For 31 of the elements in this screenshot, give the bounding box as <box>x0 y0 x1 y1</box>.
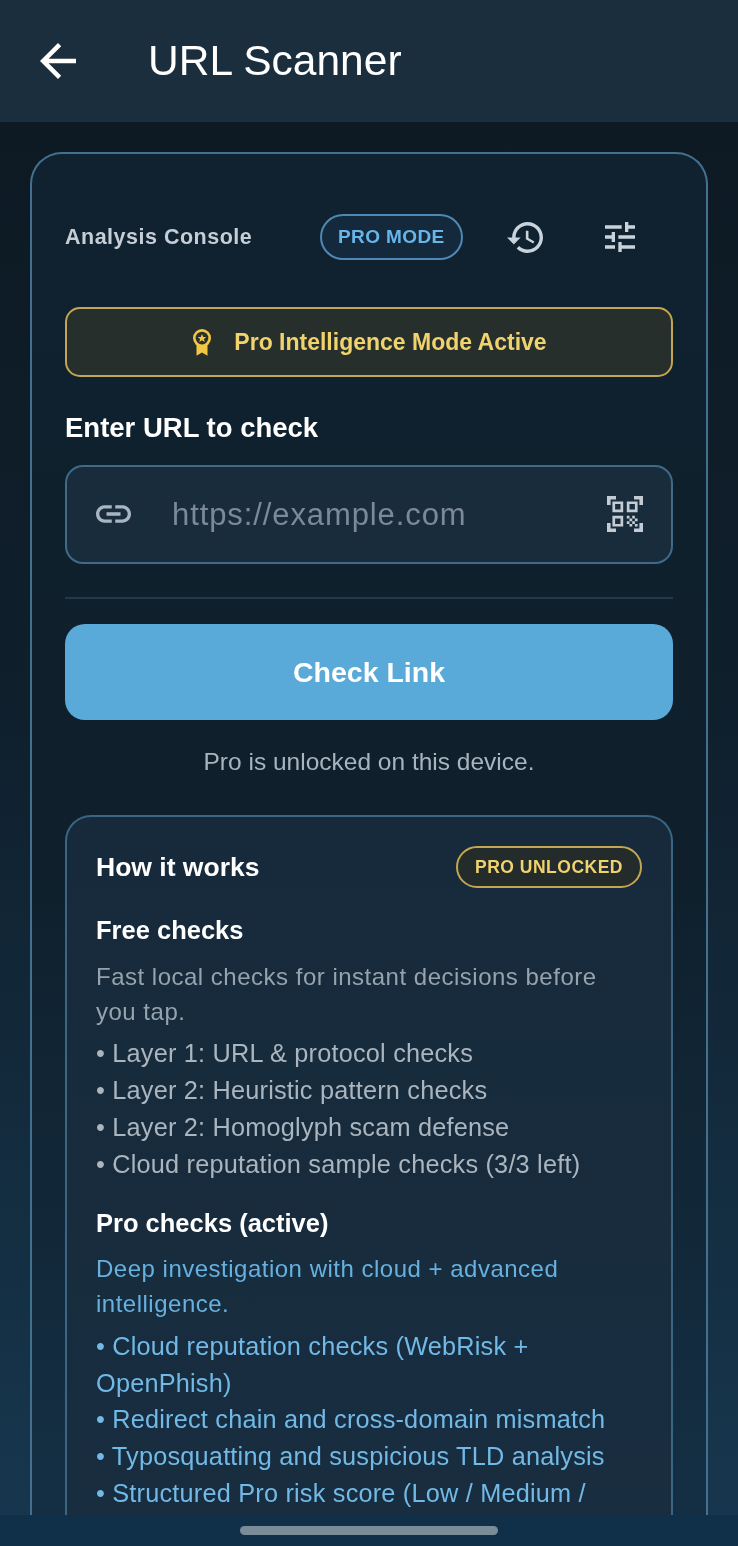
console-title: Analysis Console <box>65 224 254 250</box>
url-field-label: Enter URL to check <box>65 412 320 444</box>
info-card-title: How it works <box>96 851 260 883</box>
check-link-button[interactable]: Check Link <box>65 624 673 720</box>
pro-unlocked-badge: PRO UNLOCKED <box>456 846 642 888</box>
url-input-field[interactable]: https://example.com <box>65 465 673 564</box>
banner-text: Pro Intelligence Mode Active <box>234 328 547 356</box>
history-icon <box>506 221 543 253</box>
medal-icon <box>191 327 214 357</box>
screen-title: URL Scanner <box>148 36 402 86</box>
bullet-item: • Cloud reputation sample checks (3/3 left) <box>96 1149 582 1180</box>
bullet-item: • Layer 1: URL & protocol checks <box>96 1038 475 1069</box>
bullet-item: • Structured Pro risk score (Low / Medium / <box>96 1477 587 1509</box>
section-description: Deep investigation with cloud + advanced intelligence. <box>96 1254 560 1319</box>
status-note: Pro is unlocked on this device. <box>202 747 536 777</box>
link-icon <box>96 505 131 523</box>
history-button[interactable] <box>506 221 543 253</box>
pro-mode-badge: PRO MODE <box>320 214 463 260</box>
settings-button[interactable] <box>604 222 635 252</box>
bullet-item: • Layer 2: Heuristic pattern checks <box>96 1075 489 1106</box>
bullet-item: • Cloud reputation checks (WebRisk + OpenPhish) <box>96 1331 530 1399</box>
section-heading: Free checks <box>96 915 245 946</box>
back-arrow-icon <box>40 43 76 79</box>
bullet-item: • Typosquatting and suspicious TLD analysis <box>96 1441 606 1473</box>
qr-scan-button[interactable] <box>607 496 643 532</box>
sliders-icon <box>604 222 635 252</box>
qr-code-icon <box>607 496 643 532</box>
section-heading: Pro checks (active) <box>96 1208 330 1239</box>
section-description: Fast local checks for instant decisions before you tap. <box>96 962 598 1027</box>
bullet-item: • Layer 2: Homoglyph scam defense <box>96 1112 511 1143</box>
bullet-item: • Redirect chain and cross-domain mismatch <box>96 1404 607 1436</box>
